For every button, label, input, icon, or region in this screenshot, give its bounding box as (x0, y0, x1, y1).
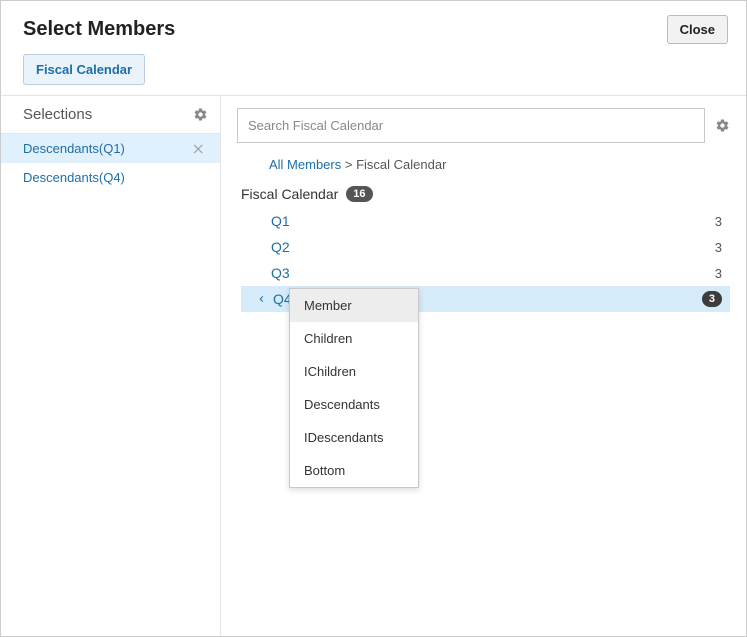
selection-label: Descendants(Q1) (23, 141, 125, 156)
search-input[interactable] (237, 108, 705, 143)
dimension-row: Fiscal Calendar (1, 54, 746, 95)
gear-icon[interactable] (715, 118, 730, 133)
tree-root-label: Fiscal Calendar (241, 186, 338, 202)
chevron-left-icon[interactable] (255, 293, 267, 305)
selections-pane: Selections Descendants(Q1) Descendants(Q… (1, 96, 221, 636)
tree-root-row[interactable]: Fiscal Calendar 16 (241, 184, 730, 208)
tree-item-count: 3 (715, 240, 722, 255)
remove-icon[interactable] (190, 142, 208, 156)
breadcrumb: All Members > Fiscal Calendar (237, 143, 730, 184)
tree-item-label: Q1 (271, 213, 290, 229)
breadcrumb-root[interactable]: All Members (269, 157, 341, 172)
fiscal-calendar-button[interactable]: Fiscal Calendar (23, 54, 145, 85)
breadcrumb-sep: > (345, 157, 353, 172)
members-pane: All Members > Fiscal Calendar Fiscal Cal… (221, 96, 746, 636)
dialog-body: Selections Descendants(Q1) Descendants(Q… (1, 95, 746, 636)
tree-item-count: 3 (715, 214, 722, 229)
tree-item-count: 3 (715, 266, 722, 281)
count-badge: 16 (346, 186, 372, 202)
tree-item-label: Q3 (271, 265, 290, 281)
menu-item-bottom[interactable]: Bottom (290, 454, 418, 487)
dialog-header: Select Members Close (1, 1, 746, 54)
selection-item[interactable]: Descendants(Q4) (1, 163, 220, 192)
tree-item-q3[interactable]: Q3 3 (241, 260, 730, 286)
selection-item[interactable]: Descendants(Q1) (1, 134, 220, 163)
tree-item-q2[interactable]: Q2 3 (241, 234, 730, 260)
breadcrumb-current: Fiscal Calendar (356, 157, 446, 172)
selections-header: Selections (1, 96, 220, 134)
count-badge: 3 (702, 291, 722, 307)
tree-item-label: Q2 (271, 239, 290, 255)
menu-item-children[interactable]: Children (290, 322, 418, 355)
selection-label: Descendants(Q4) (23, 170, 125, 185)
menu-item-idescendants[interactable]: IDescendants (290, 421, 418, 454)
select-members-dialog: Select Members Close Fiscal Calendar Sel… (0, 0, 747, 637)
search-row (237, 108, 730, 143)
selections-label: Selections (23, 106, 92, 123)
tree-item-q1[interactable]: Q1 3 (241, 208, 730, 234)
menu-item-ichildren[interactable]: IChildren (290, 355, 418, 388)
close-button[interactable]: Close (667, 15, 728, 44)
menu-item-member[interactable]: Member (290, 289, 418, 322)
menu-item-descendants[interactable]: Descendants (290, 388, 418, 421)
fx-dropdown-menu: Member Children IChildren Descendants ID… (289, 288, 419, 488)
dialog-title: Select Members (23, 18, 175, 41)
gear-icon[interactable] (193, 107, 208, 122)
